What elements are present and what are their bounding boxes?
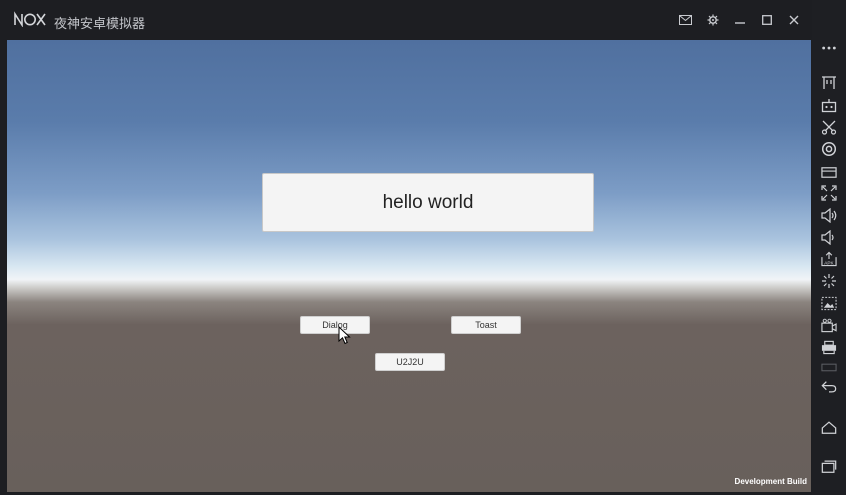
scissors-icon [821, 120, 837, 135]
fullscreen-icon [821, 185, 837, 201]
screen-icon [821, 166, 837, 178]
volume-up-button[interactable] [821, 207, 837, 223]
recent-apps-button[interactable] [821, 458, 837, 474]
u2j2u-button[interactable]: U2J2U [375, 353, 445, 371]
mouse-cursor-icon [338, 326, 351, 345]
apk-install-button[interactable]: APK [821, 251, 837, 267]
dialog-button[interactable]: Dialog [300, 316, 370, 334]
record-icon [821, 141, 837, 157]
toast-button[interactable]: Toast [451, 316, 521, 334]
app-title: 夜神安卓模拟器 [54, 17, 146, 32]
volume-up-icon [821, 207, 837, 223]
back-icon [821, 381, 837, 393]
printer-button[interactable] [821, 339, 837, 355]
development-build-label: Development Build [734, 477, 807, 486]
maximize-icon [762, 15, 772, 25]
nox-logo-icon [14, 11, 46, 27]
more-icon [822, 46, 836, 50]
back-button[interactable] [821, 379, 837, 395]
hello-world-panel: hello world [262, 173, 594, 232]
emulator-window: 夜神安卓模拟器 hello world Dialog Toast U2J2U D… [0, 0, 812, 495]
record-button[interactable] [821, 141, 837, 157]
maximize-button[interactable] [759, 12, 775, 28]
multi-instance-button[interactable] [821, 359, 837, 375]
recent-apps-icon [821, 460, 837, 473]
screen-button[interactable] [821, 164, 837, 180]
game-viewport[interactable]: hello world Dialog Toast U2J2U Developme… [7, 40, 811, 492]
close-icon [789, 15, 799, 25]
volume-down-icon [821, 229, 834, 245]
screenshot-icon [821, 296, 837, 310]
nox-logo [14, 11, 46, 29]
mail-button[interactable] [677, 12, 693, 28]
right-toolbar: APK [812, 0, 846, 495]
video-record-icon [821, 318, 837, 332]
gear-icon [707, 14, 719, 26]
minimize-button[interactable] [732, 12, 748, 28]
mail-icon [678, 15, 692, 25]
apk-install-icon: APK [821, 251, 837, 267]
shake-button[interactable] [821, 273, 837, 289]
keyboard-mapping-icon [822, 75, 836, 89]
printer-icon [821, 340, 837, 354]
home-icon [821, 420, 837, 434]
home-button[interactable] [821, 419, 837, 435]
screenshot-button[interactable] [821, 295, 837, 311]
robot-icon [821, 98, 837, 112]
scissors-button[interactable] [821, 119, 837, 135]
fullscreen-button[interactable] [821, 185, 837, 201]
more-button[interactable] [821, 40, 837, 56]
title-bar: 夜神安卓模拟器 [0, 0, 812, 40]
apk-label: APK [824, 261, 834, 266]
settings-button[interactable] [705, 12, 721, 28]
keyboard-mapping-button[interactable] [821, 74, 837, 90]
multi-instance-icon [821, 363, 837, 372]
shake-icon [822, 274, 836, 288]
video-record-button[interactable] [821, 317, 837, 333]
volume-down-button[interactable] [821, 229, 837, 245]
robot-button[interactable] [821, 97, 837, 113]
minimize-icon [735, 22, 745, 24]
close-button[interactable] [786, 12, 802, 28]
